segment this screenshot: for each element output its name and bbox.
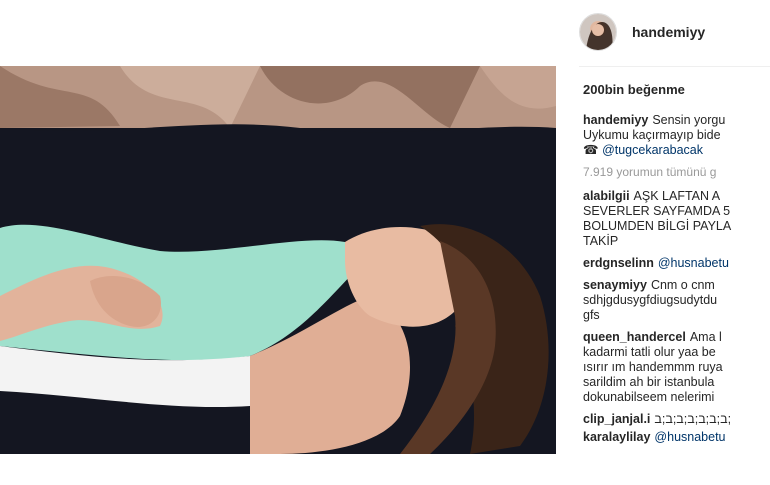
comment-text: dokunabilseem nelerimi — [583, 390, 715, 404]
comment-username[interactable]: alabilgii — [583, 189, 630, 203]
caption-line-1: Sensin yorgu — [652, 113, 726, 127]
comment-item: senaymiyy Cnm o cnm sdhjgdusygfdiugsudytd… — [583, 278, 770, 323]
caption-mention[interactable]: @tugcekarabacak — [602, 143, 703, 157]
header-divider — [579, 66, 770, 67]
comment-text: Ama l — [689, 330, 722, 344]
post-header: handemiyy — [579, 12, 705, 52]
comment-text: BOLUMDEN BİLGİ PAYLA — [583, 219, 732, 233]
comment-text: sarildim ah bir istanbula — [583, 375, 715, 389]
comment-text: gfs — [583, 308, 600, 322]
view-all-comments-link[interactable]: 7.919 yorumun tümünü g — [583, 165, 770, 180]
comment-username[interactable]: clip_janjal.i — [583, 412, 650, 426]
post-username[interactable]: handemiyy — [632, 24, 705, 40]
comment-item: queen_handercel Ama l kadarmi tatli olur … — [583, 330, 770, 405]
comment-item: alabilgii AŞK LAFTAN A SEVERLER SAYFAMDA … — [583, 189, 770, 249]
post-sidebar: handemiyy 200bin beğenme handemiyy Sensin… — [579, 0, 770, 485]
comment-username[interactable]: erdgnselinn — [583, 256, 654, 270]
comment-mention[interactable]: @husnabetu — [654, 430, 725, 444]
caption-line-2: Uykumu kaçırmayıp bide — [583, 128, 721, 142]
comment-item: clip_janjal.i ב;ב;ב;ב;ב;ב;ב; — [583, 412, 770, 427]
post-photo[interactable] — [0, 66, 556, 454]
avatar[interactable] — [579, 13, 617, 51]
caption: handemiyy Sensin yorgu Uykumu kaçırmayıp … — [583, 113, 770, 158]
comment-item: erdgnselinn @husnabetu — [583, 256, 770, 271]
comment-username[interactable]: queen_handercel — [583, 330, 686, 344]
caption-mention-line: ☎ @tugcekarabacak — [583, 143, 770, 158]
comment-text: sdhjgdusygfdiugsudytdu — [583, 293, 718, 307]
comment-text: ısırır ım handemmm ruya — [583, 360, 723, 374]
comment-item: karalaylilay @husnabetu — [583, 430, 770, 445]
phone-icon: ☎ — [583, 143, 599, 157]
likes-count[interactable]: 200bin beğenme — [583, 82, 685, 97]
caption-username[interactable]: handemiyy — [583, 113, 648, 127]
comment-text: AŞK LAFTAN A — [633, 189, 721, 203]
comment-text: Cnm o cnm — [650, 278, 715, 292]
comment-text: kadarmi tatli olur yaa be — [583, 345, 716, 359]
comments-list: handemiyy Sensin yorgu Uykumu kaçırmayıp … — [583, 113, 770, 452]
comment-mention[interactable]: @husnabetu — [658, 256, 729, 270]
comment-text: ב;ב;ב;ב;ב;ב;ב; — [654, 412, 732, 426]
comment-username[interactable]: karalaylilay — [583, 430, 650, 444]
comment-text: TAKİP — [583, 234, 619, 248]
comment-text: SEVERLER SAYFAMDA 5 — [583, 204, 731, 218]
comment-username[interactable]: senaymiyy — [583, 278, 647, 292]
